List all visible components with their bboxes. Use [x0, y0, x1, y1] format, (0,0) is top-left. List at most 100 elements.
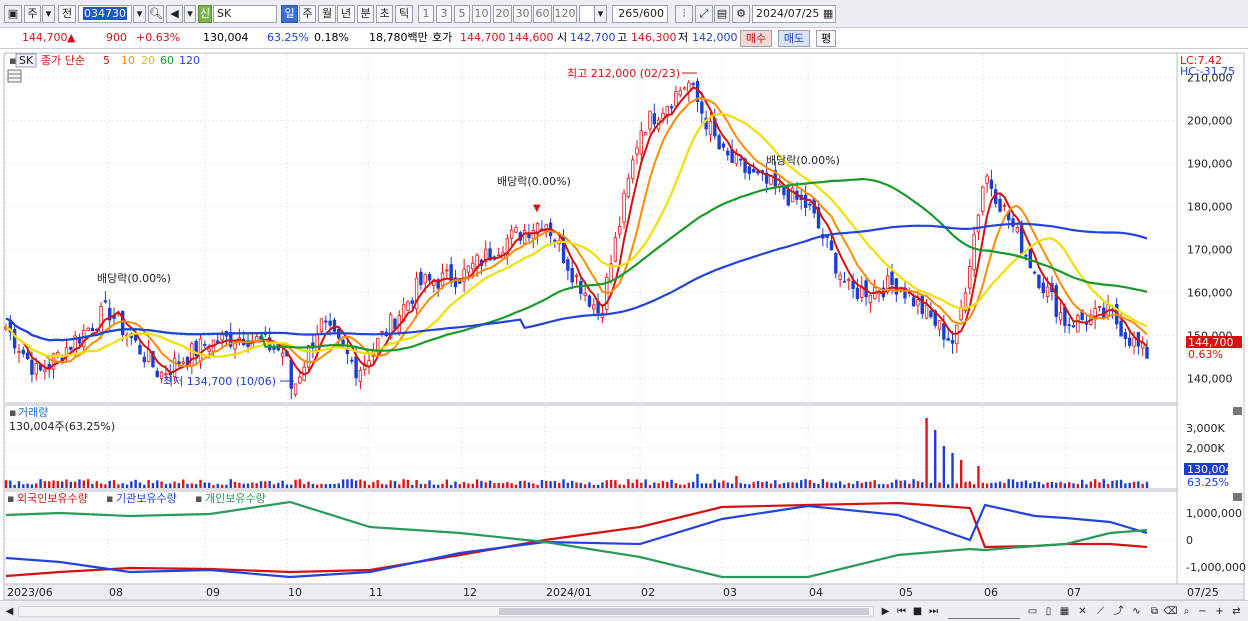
volume-bar [376, 480, 379, 488]
layout-split-icon[interactable]: ▯ [1041, 604, 1056, 619]
chevron-down-icon[interactable]: ▾ [133, 5, 146, 23]
tab-second[interactable]: 초 [376, 5, 393, 23]
candle-body [782, 187, 786, 196]
panel-close-icon[interactable] [1233, 493, 1242, 501]
volume-bar [795, 482, 799, 488]
chevron-down-icon[interactable]: ▾ [42, 5, 55, 23]
chart-area[interactable]: 2023/06 08 09 10 11 12 2024/01 02 03 04 05 06 07 07/2… [0, 50, 1248, 603]
eraser-icon[interactable]: ⌫ [1163, 604, 1178, 619]
gear-icon[interactable]: ⚙ [732, 5, 750, 23]
interval-20[interactable]: 20 [493, 5, 512, 23]
volume-bar [147, 480, 150, 488]
tab-tick[interactable]: 틱 [395, 5, 413, 23]
interval-1[interactable]: 1 [418, 5, 434, 23]
volume-bar [182, 479, 185, 488]
rewind-icon[interactable]: ⏮ [894, 604, 909, 619]
data-count-field[interactable]: 265/600 [612, 5, 668, 23]
chevron-down-icon[interactable]: ▾ [184, 5, 196, 23]
volume-bar [1072, 483, 1075, 488]
swap-icon[interactable]: ⇄ [1229, 604, 1244, 619]
interval-10[interactable]: 10 [472, 5, 491, 23]
date-field[interactable]: 2024/07/25 ▦ [752, 5, 836, 23]
scroll-left-icon[interactable]: ◀ [2, 604, 17, 619]
panel-bullet: ▪ [106, 492, 113, 505]
candle-type-icon[interactable]: ⫶ [675, 5, 693, 23]
stock-chart-svg[interactable]: 2023/06 08 09 10 11 12 2024/01 02 03 04 05 06 07 07/2… [0, 50, 1248, 603]
volume-bar [679, 484, 682, 488]
chevron-down-icon[interactable]: ▾ [594, 5, 607, 23]
interval-120[interactable]: 120 [553, 5, 577, 23]
candle-body [734, 154, 739, 165]
stock-code-input[interactable]: 034730 [78, 5, 132, 23]
speaker-icon[interactable]: ◀ [166, 5, 183, 23]
buy-button[interactable]: 매수 [740, 30, 772, 47]
tab-day[interactable]: 일 [281, 5, 298, 23]
x-tick-label: 05 [899, 586, 913, 599]
volume-bar [1102, 479, 1105, 488]
period-button[interactable]: 주 [24, 5, 41, 23]
tab-month[interactable]: 월 [318, 5, 336, 23]
volume-bar [510, 483, 513, 488]
volume-bar [942, 446, 946, 488]
interval-5[interactable]: 5 [454, 5, 470, 23]
scroll-track[interactable] [18, 606, 874, 617]
interval-60[interactable]: 60 [533, 5, 552, 23]
volume-bar [782, 482, 786, 488]
volume-bar [908, 483, 911, 488]
candle-body [592, 304, 596, 310]
panel-close-icon[interactable] [1233, 407, 1242, 415]
line-tool-icon[interactable]: ⟋ [1093, 604, 1108, 619]
magnifier-icon[interactable]: ⌕ [1179, 604, 1194, 619]
volume-bar [467, 483, 470, 488]
volume-bar [212, 484, 215, 488]
crosshair-icon[interactable]: ✕ [1075, 604, 1090, 619]
sell-button[interactable]: 매도 [778, 30, 810, 47]
y-tick-label: 0 [1186, 534, 1193, 547]
volume-bar [614, 480, 617, 488]
volume-bar [199, 479, 202, 488]
table-icon[interactable] [7, 69, 22, 83]
tab-week[interactable]: 주 [299, 5, 316, 23]
forward-icon[interactable]: ⏭ [926, 604, 941, 619]
x-tick-label: 11 [369, 586, 383, 599]
draw-tool-icon[interactable]: ⤢ [695, 5, 713, 23]
volume-bar [294, 479, 297, 488]
zoom-in-icon[interactable]: + [1212, 604, 1227, 619]
eval-button[interactable]: 평 [816, 30, 836, 47]
tab-minute[interactable]: 분 [357, 5, 374, 23]
zoom-out-icon[interactable]: − [1195, 604, 1210, 619]
stock-name-field[interactable]: SK [213, 5, 277, 23]
volume-bar [938, 482, 941, 488]
wave-tool-icon[interactable]: ∿ [1129, 604, 1144, 619]
save-icon[interactable]: ▤ [714, 5, 730, 23]
search-icon[interactable]: 🔍︎ [148, 5, 164, 23]
volume-bar [86, 479, 90, 488]
candle-body [708, 121, 713, 136]
candle-body [1058, 312, 1063, 321]
prev-button[interactable]: 전 [58, 5, 76, 23]
scroll-right-icon[interactable]: ▶ [878, 604, 893, 619]
volume-bar [328, 483, 332, 488]
dividend-annotation-2: 배당락(0.00%) [497, 175, 571, 188]
copy-icon[interactable]: ⧉ [1147, 604, 1162, 619]
interval-3[interactable]: 3 [436, 5, 452, 23]
volume-bar [912, 479, 915, 488]
zoom-slider[interactable] [948, 604, 1020, 619]
tab-year[interactable]: 년 [337, 5, 355, 23]
trend-tool-icon[interactable]: ⤴ [1111, 604, 1126, 619]
candle-body [924, 304, 929, 319]
candle-body [1011, 218, 1015, 227]
candle-body [630, 159, 635, 179]
volume-bar [951, 453, 954, 488]
volume-bar [56, 481, 60, 488]
calendar-icon[interactable]: ▦ [823, 7, 833, 20]
volume-bar [458, 484, 462, 488]
volume-bar [225, 484, 228, 488]
volume-bar [216, 483, 219, 488]
layout-grid-icon[interactable]: ▦ [1057, 604, 1072, 619]
layout-icon[interactable]: ▭ [1025, 604, 1040, 619]
stop-icon[interactable]: ■ [910, 604, 925, 619]
scroll-thumb[interactable] [499, 608, 869, 615]
window-menu-icon[interactable]: ▣ [4, 5, 22, 23]
interval-30[interactable]: 30 [513, 5, 532, 23]
